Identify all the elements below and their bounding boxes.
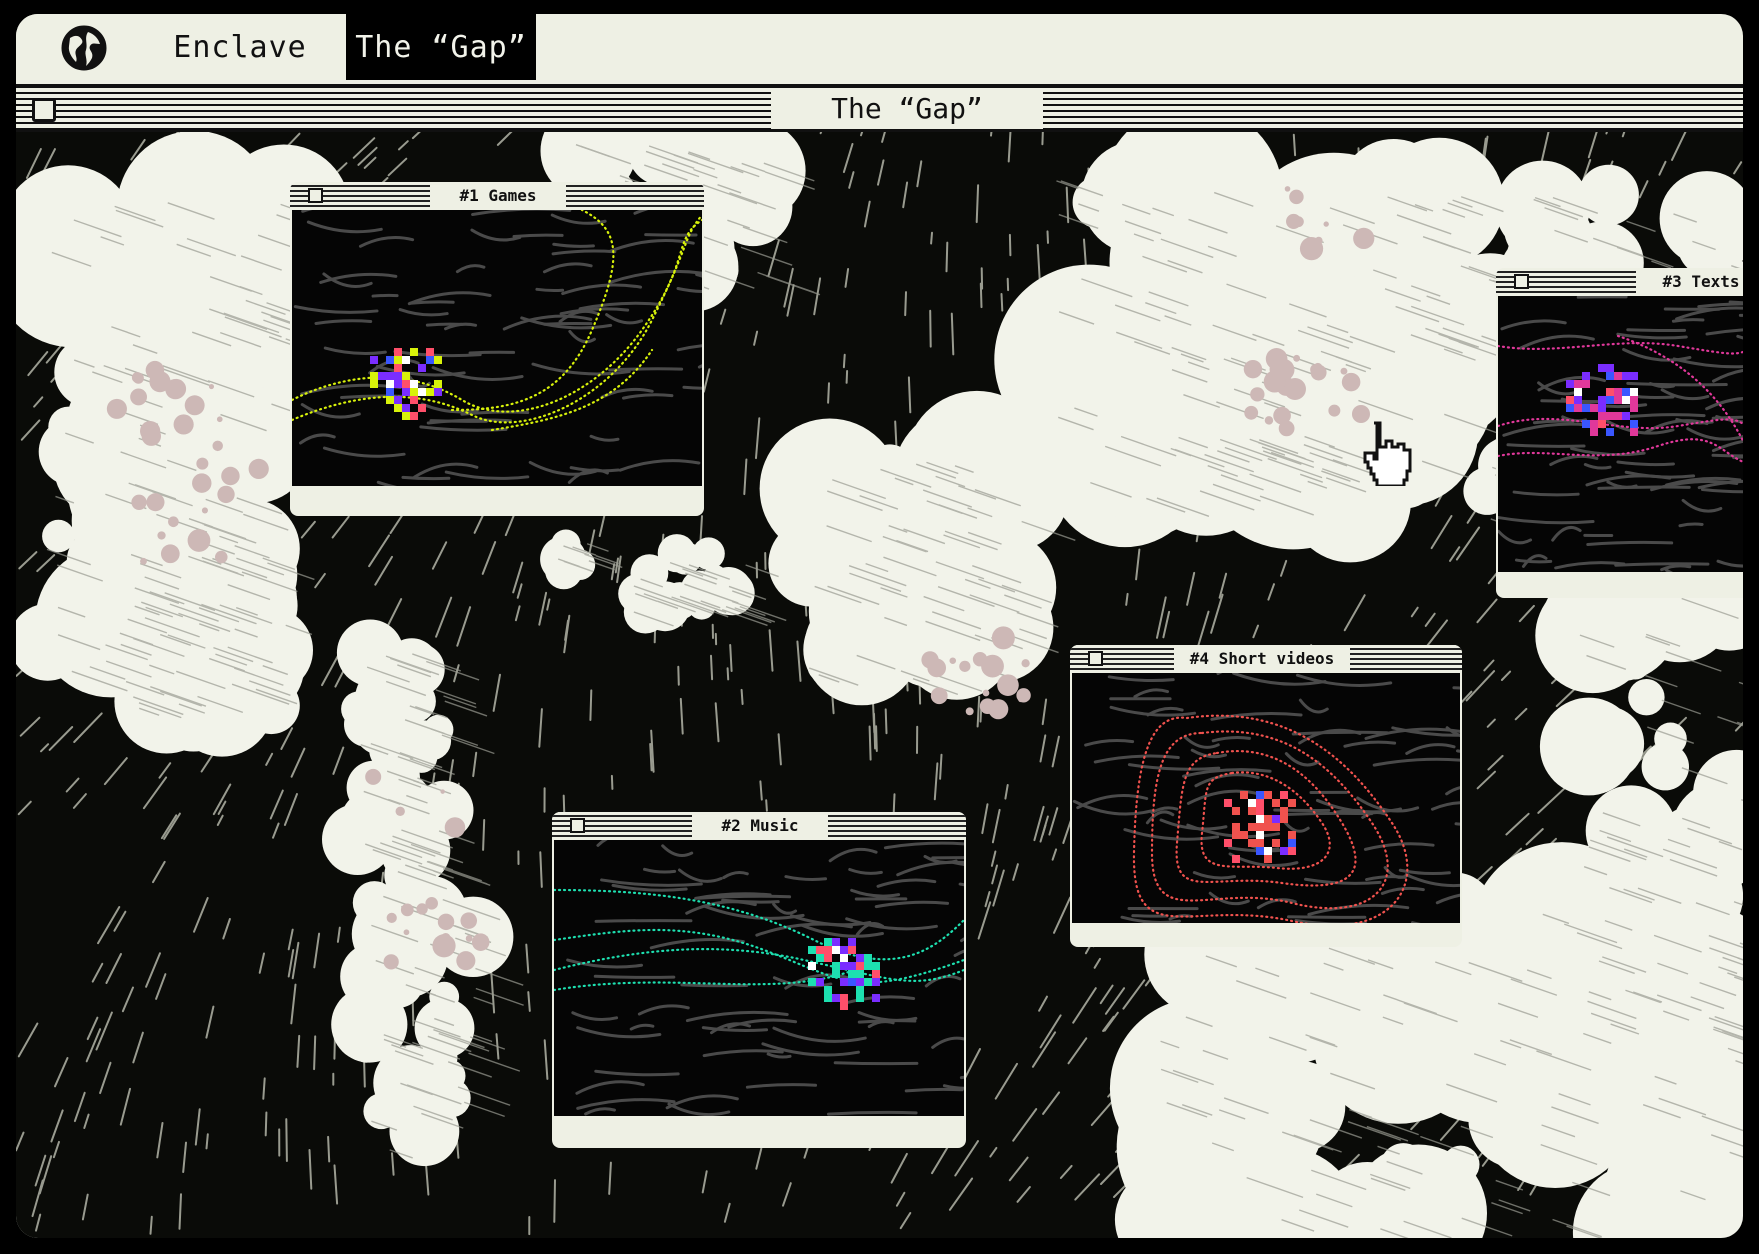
window-music-title: #2 Music: [692, 812, 828, 839]
window-games-close-button[interactable]: [308, 188, 323, 203]
window-music-close-button[interactable]: [570, 818, 585, 833]
window-music-view: [554, 840, 964, 1116]
window-short-videos[interactable]: #4 Short videos: [1070, 645, 1462, 947]
globe-icon: [61, 25, 107, 71]
window-short-videos-title: #4 Short videos: [1174, 645, 1350, 672]
window-games[interactable]: #1 Games: [290, 182, 704, 516]
window-short-videos-close-button[interactable]: [1088, 651, 1103, 666]
window-short-videos-view: [1072, 673, 1460, 923]
hand-pointer-icon: [1363, 421, 1412, 486]
tab-the-gap[interactable]: The “Gap”: [346, 14, 536, 80]
tab-enclave[interactable]: Enclave: [16, 14, 344, 80]
window-title-bar[interactable]: The “Gap”: [16, 84, 1743, 132]
tab-bar: Enclave The “Gap”: [16, 14, 1743, 80]
window-texts-title: #3 Texts: [1636, 268, 1743, 295]
app-frame: Enclave The “Gap” The “Gap” #1 Games #3 …: [16, 14, 1743, 1238]
close-box-button[interactable]: [32, 98, 56, 122]
window-texts-close-button[interactable]: [1514, 274, 1529, 289]
map-canvas[interactable]: #1 Games #3 Texts #4 Short videos #2 Mus…: [16, 132, 1743, 1238]
tab-enclave-label: Enclave: [173, 29, 307, 65]
window-games-view: [292, 210, 702, 486]
window-texts-view: [1498, 296, 1743, 572]
window-title: The “Gap”: [771, 88, 1043, 129]
window-texts[interactable]: #3 Texts: [1496, 268, 1743, 598]
tab-the-gap-label: The “Gap”: [355, 29, 527, 65]
window-games-title: #1 Games: [430, 182, 566, 209]
window-music[interactable]: #2 Music: [552, 812, 966, 1148]
